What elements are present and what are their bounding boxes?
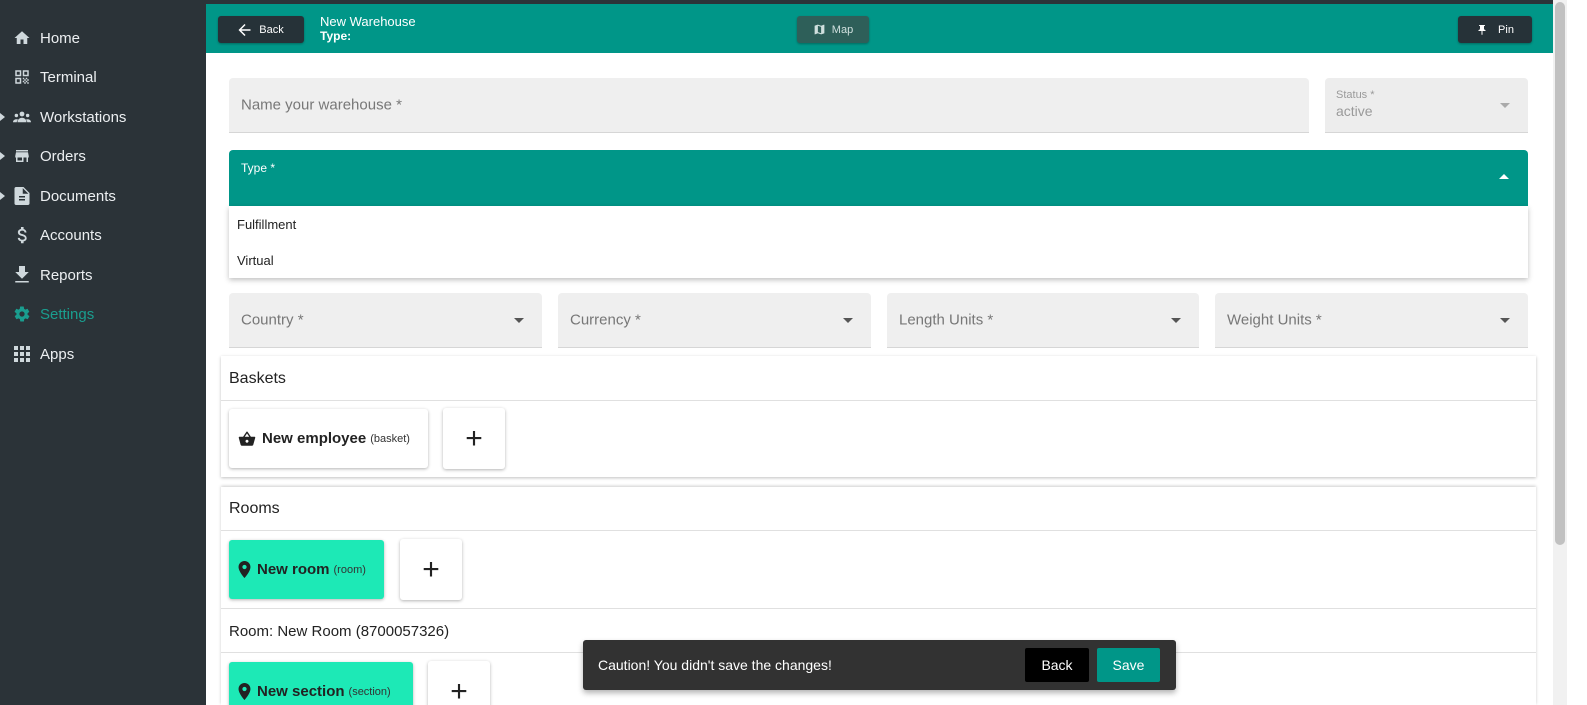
location-pin-icon — [238, 561, 251, 578]
location-pin-icon — [238, 683, 251, 700]
sidebar-item-label: Workstations — [40, 108, 127, 126]
sidebar-item-label: Documents — [40, 187, 116, 205]
qr-code-icon — [13, 68, 31, 86]
sidebar-item-label: Orders — [40, 147, 86, 165]
sidebar-item-label: Settings — [40, 305, 95, 323]
chevron-down-icon — [1500, 318, 1510, 323]
divider — [221, 400, 1536, 401]
group-icon — [13, 108, 31, 126]
pin-button-label: Pin — [1498, 23, 1514, 36]
add-room-button[interactable]: + — [400, 539, 462, 600]
section-name: New section — [257, 683, 345, 700]
divider — [221, 608, 1536, 609]
type-option-fulfillment[interactable]: Fulfillment — [229, 206, 1528, 242]
chevron-down-icon — [514, 318, 524, 323]
gear-icon — [13, 305, 31, 323]
length-units-placeholder: Length Units * — [899, 311, 994, 329]
add-basket-button[interactable]: + — [443, 408, 505, 469]
chevron-down-icon — [843, 318, 853, 323]
map-icon — [813, 23, 826, 36]
snackbar-save-button[interactable]: Save — [1097, 648, 1160, 682]
type-option-virtual[interactable]: Virtual — [229, 242, 1528, 278]
apps-grid-icon — [13, 345, 31, 363]
store-icon — [13, 147, 31, 165]
basket-icon — [238, 431, 256, 447]
weight-units-select[interactable]: Weight Units * — [1215, 293, 1528, 348]
sidebar: Home Terminal Workstations Orders Docume… — [0, 0, 206, 705]
baskets-title: Baskets — [229, 370, 286, 387]
sidebar-item-reports[interactable]: Reports — [0, 257, 206, 293]
section-type: (section) — [348, 685, 391, 698]
sidebar-item-documents[interactable]: Documents — [0, 178, 206, 214]
type-dropdown-menu: Fulfillment Virtual — [229, 206, 1528, 278]
dollar-icon — [13, 226, 31, 244]
pin-button[interactable]: Pin — [1458, 16, 1532, 43]
sidebar-item-workstations[interactable]: Workstations — [0, 99, 206, 135]
back-button-label: Back — [259, 23, 284, 36]
weight-units-placeholder: Weight Units * — [1227, 311, 1322, 329]
chevron-down-icon — [1500, 103, 1510, 108]
map-button[interactable]: Map — [797, 16, 869, 43]
basket-type: (basket) — [370, 432, 410, 445]
basket-card[interactable]: New employee (basket) — [229, 409, 428, 468]
sidebar-item-label: Accounts — [40, 226, 102, 244]
page-subtitle: Type: — [320, 29, 352, 43]
sidebar-item-orders[interactable]: Orders — [0, 138, 206, 174]
section-card[interactable]: New section (section) — [229, 662, 413, 705]
status-select[interactable]: Status * active — [1325, 78, 1528, 133]
room-card[interactable]: New room (room) — [229, 540, 384, 599]
add-section-button[interactable]: + — [428, 661, 490, 705]
room-heading: Room: New Room (8700057326) — [229, 623, 450, 640]
currency-select[interactable]: Currency * — [558, 293, 871, 348]
status-label: Status * — [1336, 89, 1375, 101]
room-type: (room) — [333, 563, 366, 576]
sidebar-item-label: Home — [40, 29, 81, 47]
sidebar-item-label: Terminal — [40, 68, 97, 86]
rooms-title: Rooms — [229, 500, 280, 517]
sidebar-item-label: Apps — [40, 345, 75, 363]
map-button-label: Map — [831, 23, 854, 36]
length-units-select[interactable]: Length Units * — [887, 293, 1199, 348]
sidebar-item-label: Reports — [40, 266, 93, 284]
sidebar-item-accounts[interactable]: Accounts — [0, 217, 206, 253]
page-title-block: New Warehouse Type: — [320, 14, 416, 44]
currency-placeholder: Currency * — [570, 311, 641, 329]
warehouse-name-placeholder: Name your warehouse * — [241, 96, 402, 114]
country-select[interactable]: Country * — [229, 293, 542, 348]
baskets-section: Baskets New employee (basket) + — [221, 356, 1536, 477]
status-value: active — [1336, 103, 1373, 119]
page-scrollbar[interactable] — [1553, 0, 1567, 705]
snackbar-message: Caution! You didn't save the changes! — [598, 657, 832, 673]
sidebar-item-terminal[interactable]: Terminal — [0, 59, 206, 95]
snackbar-back-button[interactable]: Back — [1025, 648, 1089, 682]
page-header: Back New Warehouse Type: Map Pin — [206, 4, 1553, 53]
page-title: New Warehouse — [320, 14, 416, 29]
back-button[interactable]: Back — [218, 16, 304, 43]
warehouse-name-field[interactable]: Name your warehouse * — [229, 78, 1309, 133]
arrow-left-icon — [238, 23, 251, 36]
chevron-down-icon — [1171, 318, 1181, 323]
home-icon — [13, 29, 31, 47]
country-placeholder: Country * — [241, 311, 304, 329]
basket-name: New employee — [262, 430, 367, 447]
sidebar-item-apps[interactable]: Apps — [0, 336, 206, 372]
type-select[interactable]: Type * — [229, 150, 1528, 206]
chevron-up-icon — [1499, 174, 1509, 179]
type-label: Type * — [241, 161, 276, 175]
unsaved-changes-snackbar: Caution! You didn't save the changes! Ba… — [583, 640, 1176, 690]
divider — [221, 530, 1536, 531]
scrollbar-thumb[interactable] — [1555, 2, 1565, 545]
sidebar-item-settings[interactable]: Settings — [0, 296, 206, 332]
expand-caret-icon — [0, 113, 5, 121]
document-icon — [13, 187, 31, 205]
sidebar-item-home[interactable]: Home — [0, 20, 206, 56]
expand-caret-icon — [0, 152, 5, 160]
pin-icon — [1476, 23, 1488, 37]
expand-caret-icon — [0, 192, 5, 200]
download-icon — [13, 266, 31, 284]
room-name: New room — [257, 561, 330, 578]
